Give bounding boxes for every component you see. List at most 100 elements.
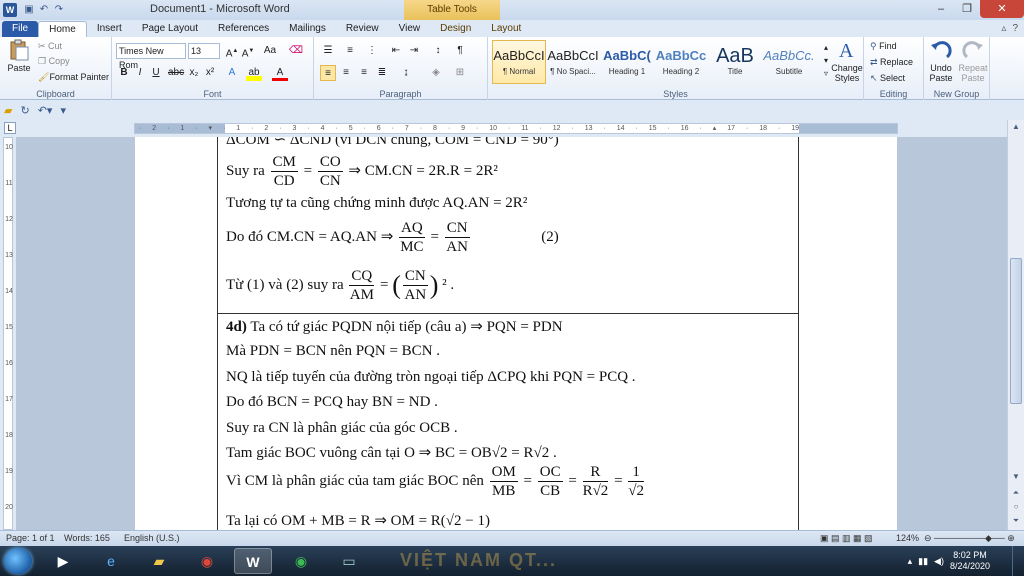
font-size-combo[interactable]: 13 [188,43,220,59]
scroll-down-icon[interactable]: ▼ [1008,472,1024,486]
align-center-button[interactable]: ≡ [338,65,354,81]
italic-button[interactable]: I [132,65,148,81]
tab-review[interactable]: Review [336,21,389,37]
page-count[interactable]: Page: 1 of 1 [6,533,55,543]
style-title[interactable]: AaB Title [708,40,762,84]
next-page-icon[interactable]: ⏷ [1008,516,1024,530]
change-styles-button[interactable]: A Change Styles [830,39,864,83]
file-explorer-icon[interactable]: ▰ [140,548,178,574]
style-heading-1[interactable]: AaBbC( Heading 1 [600,40,654,84]
document-page[interactable]: ΔCOM ∽ ΔCND (vì DCN chung, COM = CND = 9… [135,137,897,530]
tab-insert[interactable]: Insert [87,21,132,37]
tab-home[interactable]: Home [38,21,87,37]
find-button[interactable]: ⚲ Find [870,41,897,52]
document-area[interactable]: ΔCOM ∽ ΔCND (vì DCN chung, COM = CND = 9… [17,137,1007,530]
tab-layout[interactable]: Layout [481,21,531,37]
document-table[interactable]: ΔCOM ∽ ΔCND (vì DCN chung, COM = CND = 9… [217,137,799,530]
style-heading-2[interactable]: AaBbCc Heading 2 [654,40,708,84]
line-spacing-icon[interactable]: ↨ [398,65,414,81]
justify-button[interactable]: ≣ [374,65,390,81]
text-effects-icon[interactable]: A [224,65,240,81]
format-painter-button[interactable]: 🖌Format Painter [38,72,109,83]
shading-icon[interactable]: ◈ [428,65,444,81]
minimize-button[interactable]: – [928,0,954,18]
tab-file[interactable]: File [2,21,39,37]
paste-button[interactable]: Paste [4,39,34,73]
word-taskbar-icon[interactable]: W [234,548,272,574]
show-marks-icon[interactable]: ¶ [452,43,468,59]
restore-button[interactable]: ❐ [954,0,980,18]
undo-dropdown-icon[interactable]: ↶▾ [38,104,53,117]
replace-button[interactable]: ⇄ Replace [870,57,913,68]
undo-paste-button[interactable]: Undo Paste [926,39,956,83]
bold-button[interactable]: B [116,65,132,81]
internet-explorer-icon[interactable]: e [92,548,130,574]
tab-page-layout[interactable]: Page Layout [132,21,208,37]
multilevel-list-icon[interactable]: ⋮ [364,43,380,59]
select-browse-icon[interactable]: ○ [1008,502,1024,516]
zoom-slider[interactable]: ⊖ ────────◆── ⊕ [924,533,1015,544]
tab-selector-icon[interactable]: L [4,122,16,134]
volume-icon[interactable]: ◀) [934,556,944,567]
customize-qat-icon[interactable]: ▾ [60,104,66,117]
word-app-icon[interactable]: W [3,3,17,17]
align-left-button[interactable]: ≡ [320,65,336,81]
minimize-ribbon-icon[interactable]: ▵ [1001,23,1006,34]
tab-view[interactable]: View [389,21,431,37]
repeat-paste-button[interactable]: Repeat Paste [958,39,988,83]
show-desktop-button[interactable] [1012,546,1024,576]
tab-mailings[interactable]: Mailings [279,21,336,37]
view-buttons[interactable]: ▣ ▤ ▥ ▦ ▧ [820,533,873,544]
font-name-combo[interactable]: Times New Rom [116,43,186,70]
ruler-strip[interactable]: · 2 · 1 · ▾ · 1 · 2 · 3 · 4 · 5 · 6 · 7 … [134,123,898,134]
copy-button[interactable]: ❐ Copy [38,56,70,67]
increase-indent-icon[interactable]: ⇥ [406,43,422,59]
sort-icon[interactable]: ↕ [430,43,446,59]
borders-icon[interactable]: ⊞ [452,65,468,81]
bullets-icon[interactable]: ☰ [320,43,336,59]
underline-button[interactable]: U [148,65,164,81]
select-button[interactable]: ↖ Select [870,73,905,84]
superscript-button[interactable]: x² [202,65,218,81]
tray-arrow-icon[interactable]: ▴ [908,556,913,567]
clear-format-icon[interactable]: ⌫ [288,43,304,59]
strikethrough-button[interactable]: abc [168,65,184,81]
help-icon[interactable]: ? [1012,23,1018,34]
clock[interactable]: 8:02 PM 8/24/2020 [950,550,990,572]
chrome-profile-icon[interactable]: ◉ [282,548,320,574]
prev-page-icon[interactable]: ⏶ [1008,488,1024,502]
undo-icon[interactable]: ↶ [38,4,50,16]
style-subtitle[interactable]: AaBbCc. Subtitle [762,40,816,84]
vertical-scrollbar[interactable]: ▲ ▼ ⏶ ○ ⏷ [1007,120,1024,530]
redo-icon[interactable]: ↷ [53,4,65,16]
subscript-button[interactable]: x₂ [186,65,202,81]
scroll-up-icon[interactable]: ▲ [1008,122,1024,136]
vertical-ruler-strip[interactable]: 10 11 12 13 14 15 16 17 18 19 20 [3,137,13,530]
chrome-icon[interactable]: ◉ [188,548,226,574]
network-icon[interactable]: ▮▮ [918,556,928,567]
numbering-icon[interactable]: ≡ [342,43,358,59]
tab-references[interactable]: References [208,21,279,37]
save-icon[interactable]: ▣ [23,4,35,16]
highlight-icon[interactable]: ab [246,65,262,81]
refresh-icon[interactable]: ↻ [20,104,29,117]
decrease-indent-icon[interactable]: ⇤ [388,43,404,59]
font-color-icon[interactable]: A [272,65,288,81]
change-case-icon[interactable]: Aa [262,43,278,59]
cut-button[interactable]: ✂ Cut [38,41,62,52]
word-count[interactable]: Words: 165 [64,533,110,543]
open-folder-icon[interactable]: ▰ [4,104,12,117]
close-button[interactable]: ✕ [980,0,1024,18]
grow-font-icon[interactable]: A▲ [224,43,240,59]
style-no-spacing[interactable]: AaBbCcI ¶ No Spaci... [546,40,600,84]
media-player-icon[interactable]: ▶ [44,548,82,574]
start-button[interactable] [4,548,32,574]
language-indicator[interactable]: English (U.S.) [124,533,180,543]
scroll-thumb[interactable] [1010,258,1022,404]
style-normal[interactable]: AaBbCcI ¶ Normal [492,40,546,84]
zoom-level[interactable]: 124% [896,533,919,543]
app-window-icon[interactable]: ▭ [330,548,368,574]
align-right-button[interactable]: ≡ [356,65,372,81]
tab-design[interactable]: Design [430,21,481,37]
shrink-font-icon[interactable]: A▼ [240,43,256,59]
